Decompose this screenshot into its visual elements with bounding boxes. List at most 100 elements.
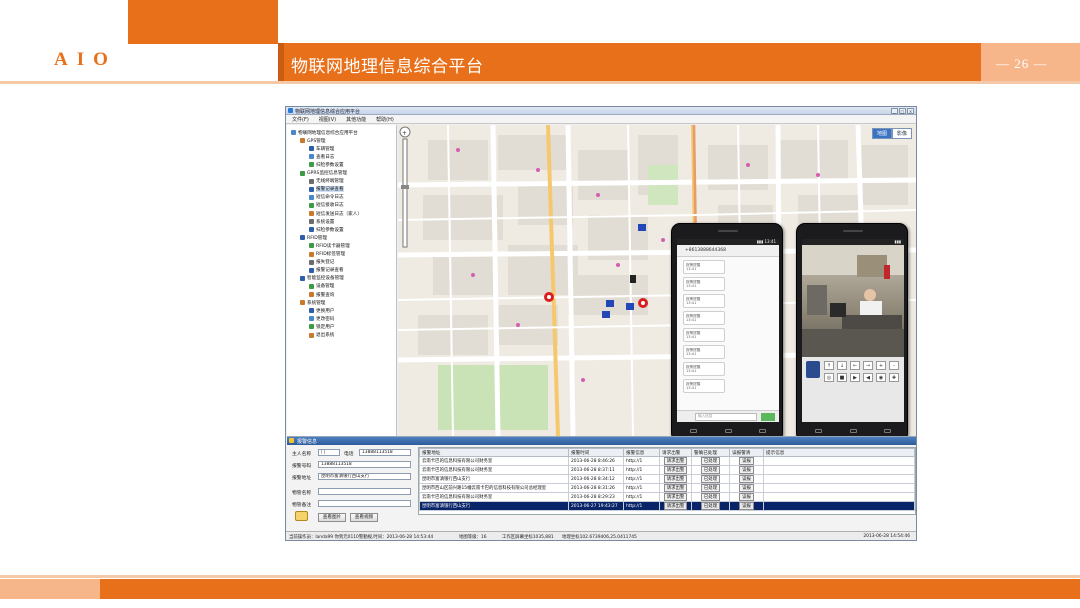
false-alarm-button[interactable]: 误报 <box>739 457 754 465</box>
handled-button[interactable]: 已处理 <box>700 484 721 492</box>
false-alarm-button[interactable]: 误报 <box>739 502 754 510</box>
close-button[interactable]: × <box>907 108 914 114</box>
tree-item[interactable]: GPS管理 <box>300 137 325 144</box>
tree-item[interactable]: 报警记录查看 <box>309 186 344 193</box>
tree-item[interactable]: 车辆管理 <box>309 145 334 152</box>
request-police-button[interactable]: 请求出警 <box>663 493 688 501</box>
table-row[interactable]: 昆明市西山区前兴路15幢云南卡巴的信息科技有限公司总经理室 2013-06-28 … <box>419 483 915 493</box>
sms-send-button[interactable] <box>761 413 775 421</box>
ptz-button[interactable]: ↓ <box>837 361 847 370</box>
tree-item[interactable]: 设备管理 <box>309 283 334 290</box>
column-header[interactable]: 警确已处理 <box>691 448 730 457</box>
ptz-button[interactable]: ◀ <box>863 373 873 382</box>
map-type-satellite-button[interactable]: 影像 <box>891 128 912 139</box>
false-alarm-button[interactable]: 误报 <box>739 484 754 492</box>
tree-item[interactable]: RFID读卡器管理 <box>309 242 350 249</box>
column-header[interactable]: 报警时间 <box>568 448 624 457</box>
column-header[interactable]: 报警信息 <box>623 448 660 457</box>
ptz-button[interactable]: ← <box>850 361 860 370</box>
tree-item[interactable]: 报失登记 <box>309 259 334 266</box>
phone-field[interactable]: 13888113518 <box>359 449 411 456</box>
tree-item[interactable]: 智能监控设备管理 <box>300 275 344 282</box>
table-row[interactable]: 云南卡巴的信息科技有限公司财务室 2013-06-28 8:46:26 http:/… <box>419 456 915 466</box>
false-alarm-button[interactable]: 误报 <box>739 493 754 501</box>
slide: AIO 物联网地理信息综合平台 — 26 — 物联网地理信息综合应用平台 _ □… <box>0 0 1080 608</box>
tree-item[interactable]: 无线终端管理 <box>309 178 344 185</box>
tree-item[interactable]: 报警查询 <box>309 291 334 298</box>
table-row[interactable]: 昆明市富滇银行西山支行 2013-06-28 8:34:12 http://1 请求出… <box>419 474 915 484</box>
request-police-button[interactable]: 请求出警 <box>663 502 688 510</box>
column-header[interactable]: 请求出警 <box>659 448 692 457</box>
tree-item[interactable]: 查看日志 <box>309 153 334 160</box>
table-row[interactable]: 云南卡巴的信息科技有限公司财务室 2013-06-28 8:29:23 http:/… <box>419 492 915 502</box>
alarm-number-field[interactable]: 13888113518 <box>318 461 411 468</box>
table-cell: http://1 <box>623 465 660 475</box>
alarm-icon <box>309 186 314 192</box>
tree-item[interactable]: 扫检参数设置 <box>309 161 344 168</box>
request-police-button[interactable]: 请求出警 <box>663 457 688 465</box>
tree-item[interactable]: GPRS监控信息管理 <box>300 170 347 177</box>
item-remark-field[interactable] <box>318 500 411 507</box>
tree-item[interactable]: 更换用户 <box>309 307 334 314</box>
view-image-button[interactable]: 查看图片 <box>318 513 346 522</box>
handled-button[interactable]: 已处理 <box>700 475 721 483</box>
handled-button[interactable]: 已处理 <box>700 466 721 474</box>
table-row[interactable]: 云南卡巴的信息科技有限公司财务室 2013-06-28 8:37:11 http:/… <box>419 465 915 475</box>
alarm-address-field[interactable]: 昆明市富滇银行西山支行 <box>318 473 411 480</box>
tree-item-label: 报警记录查看 <box>316 186 344 193</box>
ptz-button[interactable]: + <box>876 361 886 370</box>
request-police-button[interactable]: 请求出警 <box>663 475 688 483</box>
tree-item-label: 报警查询 <box>316 292 335 298</box>
map-type-map-button[interactable]: 地图 <box>871 128 892 139</box>
handled-button[interactable]: 已处理 <box>700 457 721 465</box>
tree-item[interactable]: 报警记录查看 <box>309 267 344 274</box>
tree-item[interactable]: 系统设置 <box>309 218 334 225</box>
request-police-button[interactable]: 请求出警 <box>663 466 688 474</box>
tree-item[interactable]: RFID管理 <box>300 234 327 241</box>
ptz-button[interactable]: ◉ <box>876 373 886 382</box>
map-view[interactable]: + 地图 影像 ▮▮▮ 13:41 +8613888644368 报警提醒 13… <box>398 125 916 436</box>
tree-item[interactable]: RFID标签管理 <box>309 251 345 258</box>
ptz-button[interactable]: → <box>863 361 873 370</box>
tree-item[interactable]: 短信接收日志 <box>309 202 344 209</box>
item-name-field[interactable] <box>318 488 411 495</box>
handled-button[interactable]: 已处理 <box>700 493 721 501</box>
tree-item[interactable]: 锁定用户 <box>309 323 334 330</box>
view-video-button[interactable]: 查看视频 <box>350 513 378 522</box>
column-header[interactable]: 误报警清 <box>729 448 764 457</box>
handled-button[interactable]: 已处理 <box>700 502 721 510</box>
zoom-control[interactable]: + <box>398 125 412 253</box>
ptz-button[interactable]: ▶ <box>850 373 860 382</box>
table-row[interactable]: 昆明市富滇银行西山支行 2013-06-27 19:43:27 http://1 请求… <box>419 501 915 511</box>
tree-item[interactable]: 物联网地理信息综合应用平台 <box>291 129 358 136</box>
column-header[interactable]: 提示信息 <box>763 448 915 457</box>
false-alarm-button[interactable]: 误报 <box>739 466 754 474</box>
ptz-button[interactable]: ◎ <box>824 373 834 382</box>
menu-view[interactable]: 视图(V) <box>319 116 336 123</box>
minimize-button[interactable]: _ <box>891 108 898 114</box>
tree-item[interactable]: 短信发送日志（家人） <box>309 210 362 217</box>
app-icon <box>288 108 293 113</box>
menu-file[interactable]: 文件(F) <box>292 116 309 123</box>
ptz-button[interactable]: ✚ <box>889 373 899 382</box>
tree-item[interactable]: 短信命令日志 <box>309 194 344 201</box>
tree-item[interactable]: 退出系统 <box>309 332 334 339</box>
tree-item-label: RFID标签管理 <box>316 252 346 257</box>
menu-help[interactable]: 帮助(H) <box>376 116 394 123</box>
ptz-button[interactable]: - <box>889 361 899 370</box>
status-operator: 当前操作员：landa99 你到元0110警勤规,时间：2013-06-28 1… <box>289 535 434 540</box>
request-police-button[interactable]: 请求出警 <box>663 484 688 492</box>
column-header[interactable]: 报警地址 <box>419 448 569 457</box>
tree-item[interactable]: 扫检参数设置 <box>309 226 344 233</box>
menu-other[interactable]: 其他功能 <box>346 116 366 123</box>
maximize-button[interactable]: □ <box>899 108 906 114</box>
table-cell: 昆明市西山区前兴路15幢云南卡巴的信息科技有限公司总经理室 <box>419 483 569 493</box>
owner-field[interactable]: 门 <box>318 449 340 456</box>
tree-item-label: 车辆管理 <box>316 146 335 152</box>
sms-input[interactable]: 输入信息 <box>695 413 757 421</box>
ptz-button[interactable]: ■ <box>837 373 847 382</box>
false-alarm-button[interactable]: 误报 <box>739 475 754 483</box>
tree-item[interactable]: 更改密码 <box>309 315 334 322</box>
tree-item[interactable]: 系统管理 <box>300 299 325 306</box>
ptz-button[interactable]: ↑ <box>824 361 834 370</box>
